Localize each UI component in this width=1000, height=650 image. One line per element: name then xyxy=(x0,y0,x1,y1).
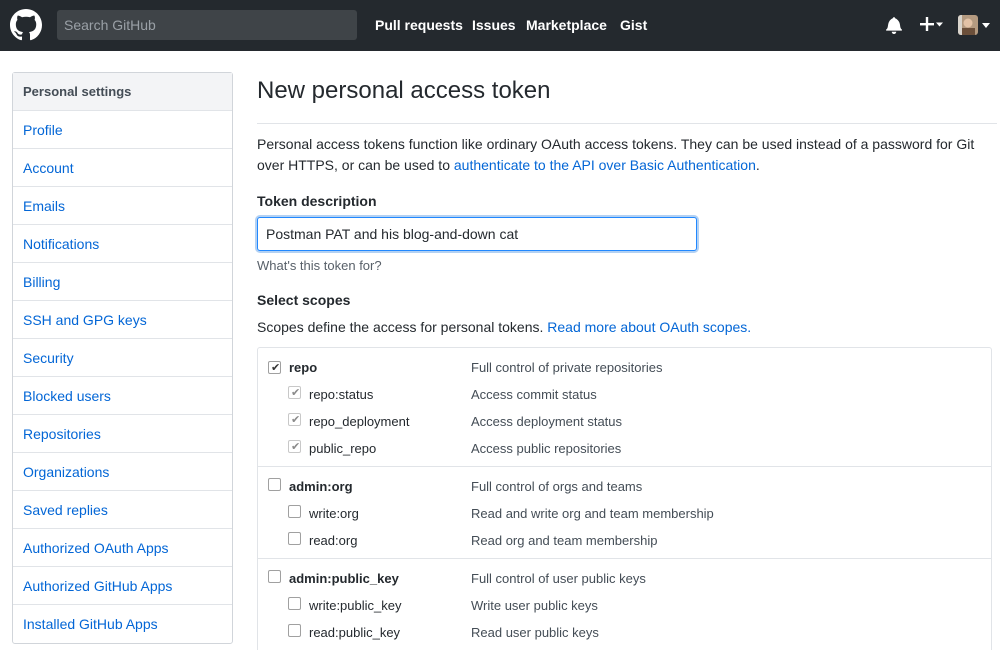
nav-issues[interactable]: Issues xyxy=(472,0,516,51)
scope-desc-admin-org: Full control of orgs and teams xyxy=(471,479,643,494)
scopes-note-text: Scopes define the access for personal to… xyxy=(257,319,548,335)
nav-gist[interactable]: Gist xyxy=(620,0,647,51)
scope-checkbox-repo-status[interactable]: ✔ xyxy=(288,386,301,399)
sidebar-item-ssh-gpg-keys[interactable]: SSH and GPG keys xyxy=(13,301,232,339)
check-icon: ✔ xyxy=(291,414,301,426)
top-navbar: Search GitHub Pull requests Issues Marke… xyxy=(0,0,1000,51)
plus-dropdown-icon[interactable] xyxy=(918,14,944,34)
sidebar-item-blocked-users[interactable]: Blocked users xyxy=(13,377,232,415)
nav-marketplace[interactable]: Marketplace xyxy=(526,0,607,51)
scope-row-write-public-key: write:public_key Write user public keys xyxy=(258,592,993,619)
oauth-scopes-link[interactable]: Read more about OAuth scopes. xyxy=(547,319,751,335)
sidebar-heading: Personal settings xyxy=(13,73,232,111)
scope-desc-read-public-key: Read user public keys xyxy=(471,625,599,640)
scopes-list: ✔ repo Full control of private repositor… xyxy=(257,347,992,650)
scope-checkbox-write-public-key[interactable] xyxy=(288,597,301,610)
basic-auth-link[interactable]: authenticate to the API over Basic Authe… xyxy=(454,157,756,173)
scope-name-write-public-key: write:public_key xyxy=(309,598,402,613)
scope-row-read-org: read:org Read org and team membership xyxy=(258,527,993,554)
sidebar-item-profile[interactable]: Profile xyxy=(13,111,232,149)
scope-name-admin-public-key: admin:public_key xyxy=(289,571,399,586)
check-icon: ✔ xyxy=(291,441,301,453)
scope-row-public-repo: ✔ public_repo Access public repositories xyxy=(258,435,993,462)
scope-checkbox-repo-deployment[interactable]: ✔ xyxy=(288,413,301,426)
scope-name-read-org: read:org xyxy=(309,533,358,548)
sidebar-item-account[interactable]: Account xyxy=(13,149,232,187)
sidebar-item-security[interactable]: Security xyxy=(13,339,232,377)
scope-row-repo: ✔ repo Full control of private repositor… xyxy=(258,354,993,381)
scope-group-admin-public-key: admin:public_key Full control of user pu… xyxy=(258,559,991,650)
scope-desc-repo-status: Access commit status xyxy=(471,387,597,402)
scopes-note: Scopes define the access for personal to… xyxy=(257,319,751,335)
sidebar-item-emails[interactable]: Emails xyxy=(13,187,232,225)
sidebar-item-authorized-oauth-apps[interactable]: Authorized OAuth Apps xyxy=(13,529,232,567)
scope-checkbox-public-repo[interactable]: ✔ xyxy=(288,440,301,453)
select-scopes-label: Select scopes xyxy=(257,292,351,308)
intro-end: . xyxy=(755,157,760,173)
scope-name-public-repo: public_repo xyxy=(309,441,377,456)
scope-name-repo-status: repo:status xyxy=(309,387,374,402)
token-description-input[interactable]: Postman PAT and his blog-and-down cat xyxy=(257,217,697,251)
sidebar-item-saved-replies[interactable]: Saved replies xyxy=(13,491,232,529)
scope-group-admin-org: admin:org Full control of orgs and teams… xyxy=(258,467,991,559)
sidebar-item-repositories[interactable]: Repositories xyxy=(13,415,232,453)
scope-row-admin-org: admin:org Full control of orgs and teams xyxy=(258,473,993,500)
scope-name-admin-org: admin:org xyxy=(289,479,353,494)
settings-sidebar: Personal settings Profile Account Emails… xyxy=(12,72,233,644)
scope-desc-public-repo: Access public repositories xyxy=(471,441,622,456)
sidebar-item-authorized-github-apps[interactable]: Authorized GitHub Apps xyxy=(13,567,232,605)
scope-name-repo: repo xyxy=(289,360,318,375)
nav-pull-requests[interactable]: Pull requests xyxy=(375,0,463,51)
scope-checkbox-admin-org[interactable] xyxy=(268,478,281,491)
scope-desc-write-public-key: Write user public keys xyxy=(471,598,598,613)
sidebar-item-billing[interactable]: Billing xyxy=(13,263,232,301)
intro-paragraph: Personal access tokens function like ord… xyxy=(257,134,1000,176)
scope-checkbox-write-org[interactable] xyxy=(288,505,301,518)
scope-row-repo-deployment: ✔ repo_deployment Access deployment stat… xyxy=(258,408,993,435)
scope-checkbox-read-org[interactable] xyxy=(288,532,301,545)
page-title: New personal access token xyxy=(257,77,551,104)
scope-name-repo-deployment: repo_deployment xyxy=(309,414,410,429)
scope-checkbox-repo[interactable]: ✔ xyxy=(268,361,281,374)
github-logo-icon[interactable] xyxy=(10,9,42,41)
sidebar-item-installed-github-apps[interactable]: Installed GitHub Apps xyxy=(13,605,232,643)
scope-name-read-public-key: read:public_key xyxy=(309,625,401,640)
scope-desc-admin-public-key: Full control of user public keys xyxy=(471,571,646,586)
scope-desc-repo: Full control of private repositories xyxy=(471,360,663,375)
avatar[interactable] xyxy=(958,15,978,35)
title-divider xyxy=(257,123,997,124)
scope-desc-read-org: Read org and team membership xyxy=(471,533,658,548)
sidebar-item-notifications[interactable]: Notifications xyxy=(13,225,232,263)
scope-desc-write-org: Read and write org and team membership xyxy=(471,506,714,521)
scope-row-repo-status: ✔ repo:status Access commit status xyxy=(258,381,993,408)
scope-desc-repo-deployment: Access deployment status xyxy=(471,414,623,429)
scope-row-read-public-key: read:public_key Read user public keys xyxy=(258,619,993,646)
search-input[interactable]: Search GitHub xyxy=(57,10,357,40)
check-icon: ✔ xyxy=(291,387,301,399)
scope-name-write-org: write:org xyxy=(309,506,359,521)
scope-group-repo: ✔ repo Full control of private repositor… xyxy=(258,348,991,467)
scope-checkbox-read-public-key[interactable] xyxy=(288,624,301,637)
sidebar-item-organizations[interactable]: Organizations xyxy=(13,453,232,491)
scope-row-admin-public-key: admin:public_key Full control of user pu… xyxy=(258,565,993,592)
scope-row-write-org: write:org Read and write org and team me… xyxy=(258,500,993,527)
avatar-caret-icon[interactable] xyxy=(982,23,990,28)
token-description-hint: What's this token for? xyxy=(257,258,382,273)
token-description-label: Token description xyxy=(257,193,377,209)
bell-icon[interactable] xyxy=(886,16,902,34)
check-icon: ✔ xyxy=(271,362,281,374)
scope-checkbox-admin-public-key[interactable] xyxy=(268,570,281,583)
